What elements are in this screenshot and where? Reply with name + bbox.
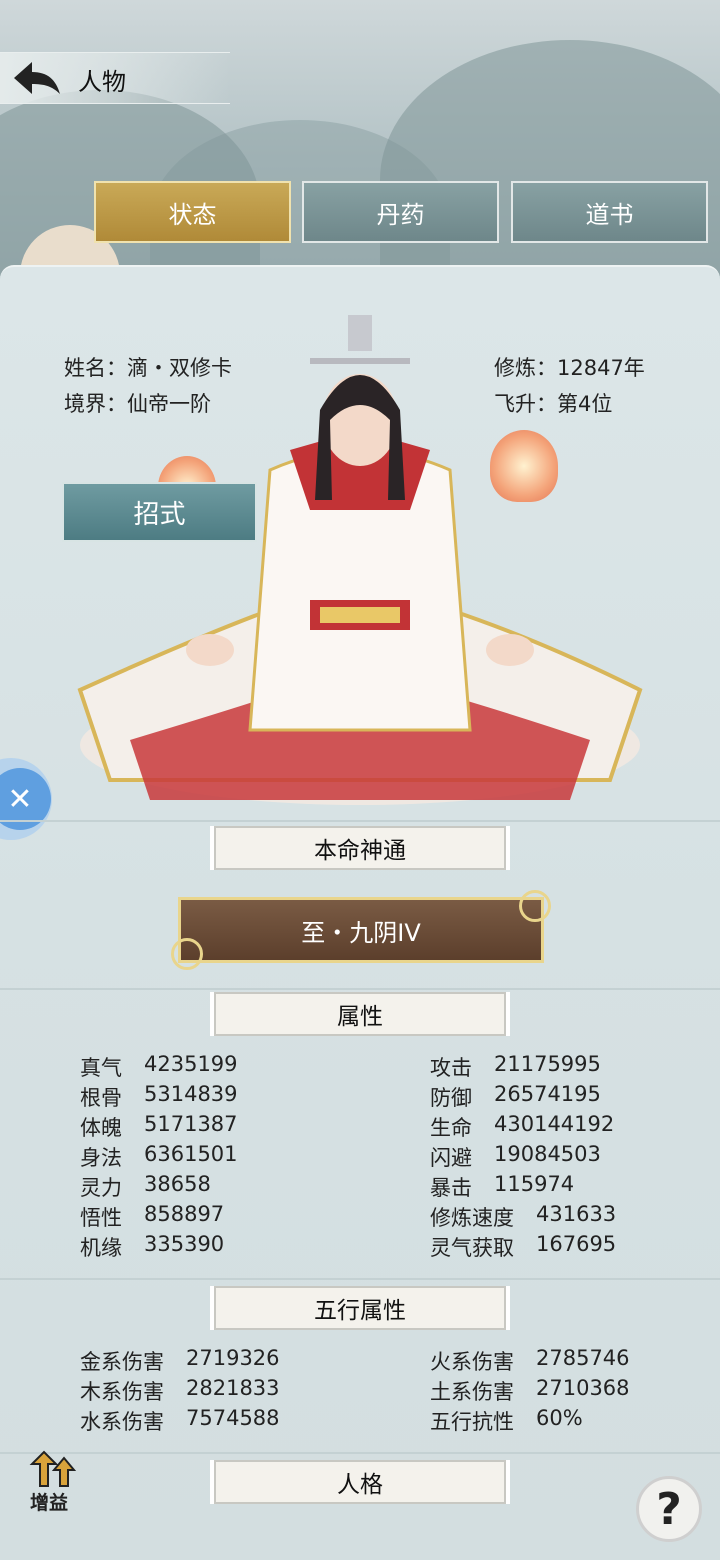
attribute-row: 生命 430144192 [430,1112,614,1142]
attribute-value: 167695 [536,1232,617,1256]
element-row: 水系伤害 7574588 [80,1406,280,1436]
back-arrow-icon [14,62,60,94]
element-name: 金系伤害 [80,1350,164,1374]
attribute-name: 攻击 [430,1056,472,1080]
attribute-name: 修炼速度 [430,1206,514,1230]
attribute-value: 335390 [144,1232,225,1256]
attribute-value: 6361501 [144,1142,238,1166]
attribute-name: 悟性 [80,1206,122,1230]
element-name: 土系伤害 [430,1380,514,1404]
element-row: 土系伤害 2710368 [430,1376,630,1406]
attribute-name: 机缘 [80,1236,122,1260]
attribute-value: 26574195 [494,1082,601,1106]
divider [0,1278,720,1280]
attribute-value: 431633 [536,1202,617,1226]
character-portrait [77,315,643,805]
attribute-value: 5171387 [144,1112,238,1136]
divider [0,1452,720,1454]
personality-header: 人格 [210,1460,510,1504]
skill-button[interactable]: 招式 [62,482,257,542]
attribute-name: 灵气获取 [430,1236,514,1260]
attribute-row: 暴击 115974 [430,1172,574,1202]
help-button[interactable]: ? [636,1476,702,1542]
element-value: 2710368 [536,1376,630,1400]
attribute-value: 430144192 [494,1112,615,1136]
buff-button[interactable]: 增益 [26,1450,82,1516]
element-value: 2719326 [186,1346,280,1370]
attribute-row: 真气 4235199 [80,1052,238,1082]
attribute-row: 灵力 38658 [80,1172,211,1202]
attribute-name: 闪避 [430,1146,472,1170]
attribute-name: 身法 [80,1146,122,1170]
attribute-row: 防御 26574195 [430,1082,601,1112]
element-value: 60% [536,1406,583,1430]
tab-books[interactable]: 道书 [511,181,708,243]
attributes-header: 属性 [210,992,510,1036]
attribute-name: 灵力 [80,1176,122,1200]
element-name: 火系伤害 [430,1350,514,1374]
attribute-row: 修炼速度 431633 [430,1202,616,1232]
attribute-value: 4235199 [144,1052,238,1076]
attribute-value: 19084503 [494,1142,601,1166]
attribute-name: 生命 [430,1116,472,1140]
attribute-value: 5314839 [144,1082,238,1106]
attribute-row: 悟性 858897 [80,1202,224,1232]
element-name: 水系伤害 [80,1410,164,1434]
attribute-name: 暴击 [430,1176,472,1200]
natal-ability-button[interactable]: 至・九阴IV [171,890,551,970]
element-name: 五行抗性 [430,1410,514,1434]
up-arrows-icon [29,1450,77,1487]
attribute-row: 身法 6361501 [80,1142,238,1172]
tab-status[interactable]: 状态 [94,181,291,243]
attribute-row: 机缘 335390 [80,1232,224,1262]
element-value: 2785746 [536,1346,630,1370]
divider [0,988,720,990]
attribute-value: 115974 [494,1172,575,1196]
attribute-name: 防御 [430,1086,472,1110]
attribute-row: 闪避 19084503 [430,1142,601,1172]
element-row: 火系伤害 2785746 [430,1346,630,1376]
element-row: 木系伤害 2821833 [80,1376,280,1406]
five-elements-header: 五行属性 [210,1286,510,1330]
back-button[interactable] [10,58,62,98]
buff-label: 增益 [30,1492,69,1514]
attribute-value: 858897 [144,1202,225,1226]
element-value: 2821833 [186,1376,280,1400]
attribute-name: 真气 [80,1056,122,1080]
element-row: 五行抗性 60% [430,1406,583,1436]
attribute-row: 灵气获取 167695 [430,1232,616,1262]
attribute-name: 体魄 [80,1116,122,1140]
attribute-row: 体魄 5171387 [80,1112,238,1142]
element-name: 木系伤害 [80,1380,164,1404]
divider [0,820,720,822]
attribute-value: 21175995 [494,1052,601,1076]
element-value: 7574588 [186,1406,280,1430]
attribute-row: 根骨 5314839 [80,1082,238,1112]
attribute-value: 38658 [144,1172,211,1196]
element-row: 金系伤害 2719326 [80,1346,280,1376]
help-icon: ? [656,1483,682,1535]
natal-ability-header: 本命神通 [210,826,510,870]
tab-pills[interactable]: 丹药 [302,181,499,243]
page-title: 人物 [78,68,126,96]
attribute-row: 攻击 21175995 [430,1052,601,1082]
attribute-name: 根骨 [80,1086,122,1110]
